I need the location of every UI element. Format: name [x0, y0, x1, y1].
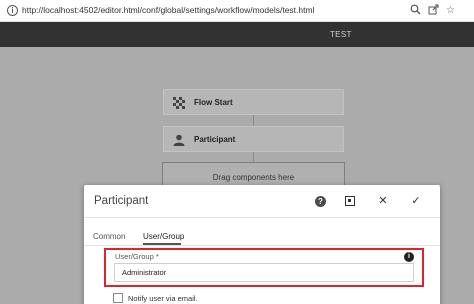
step-participant[interactable]: Participant — [163, 126, 344, 152]
share-icon[interactable] — [427, 4, 440, 17]
page-title: TEST — [330, 30, 352, 39]
site-info-icon[interactable]: i — [7, 5, 18, 16]
step-connector — [253, 152, 254, 162]
zoom-icon[interactable] — [409, 4, 422, 17]
close-button[interactable]: ✕ — [376, 194, 390, 208]
dialog-title: Participant — [94, 195, 149, 207]
url-field[interactable]: http://localhost:4502/editor.html/conf/g… — [22, 5, 314, 15]
notify-email-label: Notify user via email. — [128, 294, 198, 303]
confirm-button[interactable]: ✓ — [409, 194, 423, 208]
fullscreen-button[interactable] — [345, 196, 355, 206]
star-icon[interactable]: ☆ — [444, 4, 457, 17]
dropzone-label: Drag components here — [212, 173, 295, 182]
tabs-divider — [84, 245, 440, 246]
checkered-flag-icon — [173, 96, 185, 109]
browser-address-bar: i http://localhost:4502/editor.html/conf… — [0, 0, 474, 22]
app-header: TEST — [0, 22, 474, 47]
user-group-input[interactable]: Administrator — [114, 263, 414, 282]
step-label: Participant — [194, 135, 236, 144]
notify-email-checkbox[interactable] — [113, 293, 123, 303]
tab-user-group[interactable]: User/Group — [143, 232, 184, 241]
step-label: Flow Start — [194, 98, 233, 107]
step-connector — [253, 115, 254, 126]
user-group-field-group: User/Group * i Administrator — [104, 248, 424, 287]
person-icon — [173, 133, 185, 146]
user-group-label: User/Group * — [115, 252, 159, 261]
tab-common[interactable]: Common — [93, 232, 125, 241]
participant-dialog: Participant ? ✕ ✓ Common User/Group User… — [84, 185, 440, 304]
help-button[interactable]: ? — [315, 196, 326, 207]
dialog-header-divider — [84, 217, 440, 218]
step-flow-start[interactable]: Flow Start — [163, 89, 344, 115]
info-icon[interactable]: i — [404, 252, 414, 262]
